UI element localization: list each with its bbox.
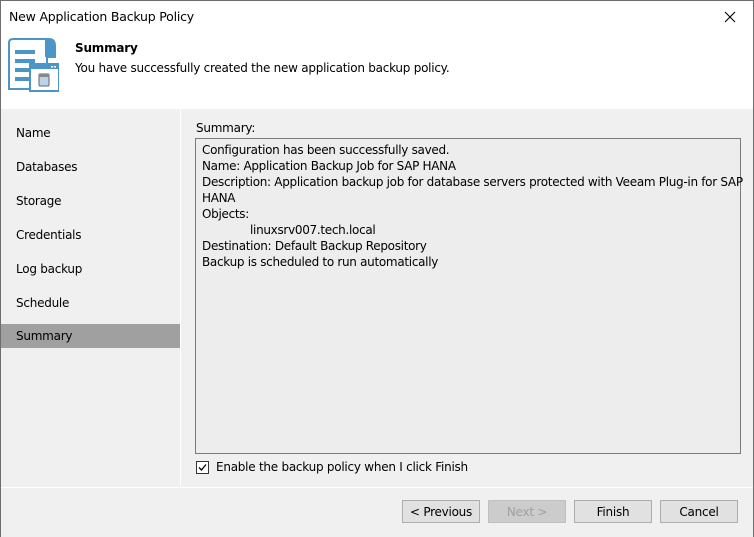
wizard-steps-nav: Name Databases Storage Credentials Log b…: [1, 109, 181, 487]
nav-step-name[interactable]: Name: [1, 121, 180, 145]
close-icon: [724, 11, 736, 22]
enable-policy-checkbox[interactable]: [196, 460, 209, 474]
summary-line: Backup is scheduled to run automatically: [202, 255, 439, 269]
nav-step-storage[interactable]: Storage: [1, 189, 180, 213]
window-title: New Application Backup Policy: [9, 9, 195, 24]
wizard-header: Summary You have successfully created th…: [1, 32, 753, 109]
nav-step-log-backup[interactable]: Log backup: [1, 257, 180, 281]
summary-line: Destination: Default Backup Repository: [202, 239, 427, 253]
step-subtitle: You have successfully created the new ap…: [75, 61, 450, 75]
close-button[interactable]: [707, 1, 753, 32]
summary-textbox[interactable]: Configuration has been successfully save…: [195, 138, 743, 454]
cancel-button[interactable]: Cancel: [660, 500, 738, 523]
nav-step-schedule[interactable]: Schedule: [1, 291, 180, 315]
nav-step-databases[interactable]: Databases: [1, 155, 180, 179]
summary-line: Name: Application Backup Job for SAP HAN…: [202, 159, 456, 173]
summary-line: Description: Application backup job for …: [202, 175, 743, 189]
nav-step-summary[interactable]: Summary: [1, 324, 180, 348]
previous-button[interactable]: < Previous: [402, 500, 480, 523]
summary-line: Objects:: [202, 207, 249, 221]
nav-step-credentials[interactable]: Credentials: [1, 223, 180, 247]
checkmark-icon: [198, 463, 207, 471]
enable-policy-label[interactable]: Enable the backup policy when I click Fi…: [216, 460, 468, 474]
policy-document-database-icon: [8, 38, 59, 92]
title-bar: New Application Backup Policy: [1, 1, 753, 32]
wizard-window: New Application Backup Policy Summary Yo…: [0, 0, 754, 537]
enable-policy-checkbox-row[interactable]: Enable the backup policy when I click Fi…: [196, 460, 468, 474]
step-title: Summary: [75, 41, 138, 55]
summary-panel: Summary: Configuration has been successf…: [182, 109, 753, 487]
summary-label: Summary:: [196, 121, 256, 135]
summary-line: linuxsrv007.tech.local: [250, 223, 376, 237]
summary-line: HANA: [202, 191, 236, 205]
finish-button[interactable]: Finish: [574, 500, 652, 523]
next-button[interactable]: Next >: [488, 500, 566, 523]
summary-line: Configuration has been successfully save…: [202, 143, 450, 157]
wizard-footer: < Previous Next > Finish Cancel: [1, 487, 753, 537]
